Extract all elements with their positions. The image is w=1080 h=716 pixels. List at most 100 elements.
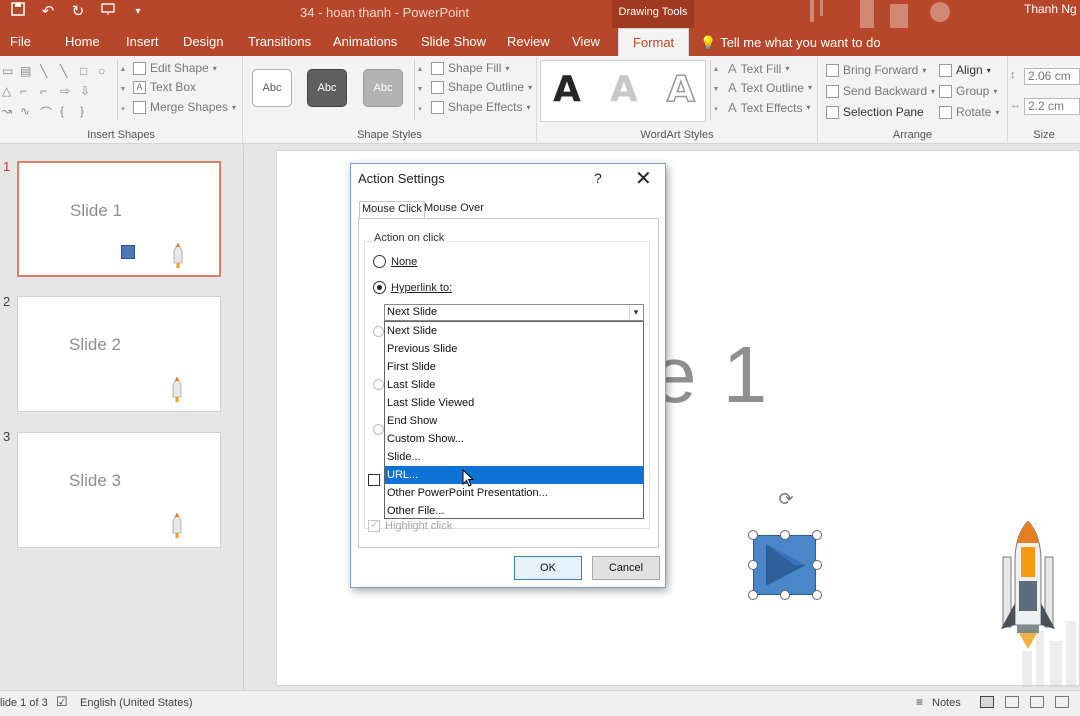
slide-thumbnail-2[interactable]: Slide 2 bbox=[17, 296, 221, 412]
align-button[interactable]: Align ▾ bbox=[939, 63, 991, 77]
shape-elbow2-icon[interactable]: ⌐ bbox=[40, 84, 47, 98]
language-text[interactable]: English (United States) bbox=[80, 697, 193, 709]
text-fill-button[interactable]: A Text Fill ▾ bbox=[728, 61, 789, 76]
shape-arc-icon[interactable]: ⌒ bbox=[40, 104, 52, 121]
hyperlink-dropdown-list[interactable]: Next Slide Previous Slide First Slide La… bbox=[384, 321, 644, 519]
merge-shapes-button[interactable]: Merge Shapes ▾ bbox=[133, 100, 236, 114]
dropdown-option[interactable]: Last Slide bbox=[385, 376, 643, 394]
text-outline-button[interactable]: A Text Outline ▾ bbox=[728, 80, 812, 95]
shape-height-input[interactable]: 2.06 cm bbox=[1024, 68, 1080, 85]
cancel-button[interactable]: Cancel bbox=[592, 556, 660, 580]
tab-design[interactable]: Design bbox=[183, 34, 223, 49]
shape-textbox-icon[interactable]: ▤ bbox=[20, 64, 31, 78]
wordart-style-gray[interactable]: A bbox=[610, 70, 638, 110]
close-icon[interactable]: ✕ bbox=[635, 166, 652, 191]
group-button[interactable]: Group ▾ bbox=[939, 84, 997, 98]
slide-thumbnail-1[interactable]: Slide 1 bbox=[17, 161, 221, 277]
chevron-down-icon[interactable]: ▾ bbox=[629, 306, 642, 319]
object-action-radio[interactable] bbox=[373, 424, 384, 435]
resize-handle[interactable] bbox=[812, 560, 822, 570]
tab-insert[interactable]: Insert bbox=[126, 34, 159, 49]
shape-triangle-icon[interactable]: △ bbox=[2, 84, 11, 98]
none-label[interactable]: None bbox=[391, 256, 417, 268]
dropdown-option[interactable]: Next Slide bbox=[385, 322, 643, 340]
tab-slide-show[interactable]: Slide Show bbox=[421, 34, 486, 49]
user-name[interactable]: Thanh Ng bbox=[1024, 2, 1077, 16]
shape-outline-button[interactable]: Shape Outline ▾ bbox=[431, 80, 532, 94]
text-box-button[interactable]: A Text Box bbox=[133, 80, 196, 94]
help-button[interactable]: ? bbox=[594, 170, 602, 186]
dropdown-option[interactable]: Custom Show... bbox=[385, 430, 643, 448]
dropdown-option[interactable]: Slide... bbox=[385, 448, 643, 466]
dropdown-option-url-selected[interactable]: URL... bbox=[385, 466, 643, 484]
slide-thumbnail-3[interactable]: Slide 3 bbox=[17, 432, 221, 548]
undo-icon[interactable]: ↶ bbox=[38, 2, 58, 22]
slideshow-view-icon[interactable] bbox=[1055, 696, 1069, 708]
dropdown-option[interactable]: First Slide bbox=[385, 358, 643, 376]
customize-qat-icon[interactable]: ▾ bbox=[128, 2, 148, 22]
tab-mouse-over[interactable]: Mouse Over bbox=[422, 201, 486, 218]
tab-home[interactable]: Home bbox=[65, 34, 100, 49]
tab-view[interactable]: View bbox=[572, 34, 600, 49]
shape-style-gray[interactable]: Abc bbox=[363, 69, 403, 107]
text-effects-button[interactable]: A Text Effects ▾ bbox=[728, 100, 811, 115]
slide-sorter-icon[interactable] bbox=[1005, 696, 1019, 708]
resize-handle[interactable] bbox=[780, 530, 790, 540]
hyperlink-radio[interactable] bbox=[373, 281, 386, 294]
wordart-scroll[interactable]: ▲ ▼ ▾ bbox=[710, 60, 721, 120]
ok-button[interactable]: OK bbox=[514, 556, 582, 580]
redo-icon[interactable]: ↻ bbox=[68, 2, 88, 22]
spellcheck-icon[interactable]: ☑ bbox=[56, 694, 68, 710]
dropdown-option[interactable]: Previous Slide bbox=[385, 340, 643, 358]
shape-arrow-right-icon[interactable]: ⇨ bbox=[60, 84, 70, 98]
edit-shape-button[interactable]: Edit Shape ▾ bbox=[133, 61, 217, 75]
wordart-style-outline[interactable]: A bbox=[666, 69, 695, 111]
dropdown-option[interactable]: Other PowerPoint Presentation... bbox=[385, 484, 643, 502]
resize-handle[interactable] bbox=[812, 530, 822, 540]
shape-width-input[interactable]: 2.2 cm bbox=[1024, 98, 1080, 115]
play-sound-checkbox[interactable] bbox=[368, 474, 380, 486]
shape-effects-button[interactable]: Shape Effects ▾ bbox=[431, 100, 531, 114]
shape-brace-right-icon[interactable]: } bbox=[80, 104, 84, 118]
run-macro-radio[interactable] bbox=[373, 379, 384, 390]
notes-icon[interactable]: ≡ bbox=[916, 695, 923, 709]
shape-rect-icon[interactable]: ▭ bbox=[2, 64, 13, 78]
shape-curve-icon[interactable]: ↝ bbox=[2, 104, 12, 118]
shapes-gallery[interactable]: ▭ ▤ ╲ ╲ □ ○ △ ⌐ ⌐ ⇨ ⇩ ↝ ∿ ⌒ { } bbox=[2, 62, 114, 122]
action-button-shape[interactable] bbox=[753, 535, 816, 595]
normal-view-icon[interactable] bbox=[980, 696, 994, 708]
tab-transitions[interactable]: Transitions bbox=[248, 34, 311, 49]
present-icon[interactable] bbox=[98, 2, 118, 22]
shape-oval-icon[interactable]: ○ bbox=[98, 64, 105, 78]
shape-rectangle-icon[interactable]: □ bbox=[80, 64, 87, 78]
selection-pane-button[interactable]: Selection Pane bbox=[826, 105, 924, 119]
slide-thumbnail-panel[interactable]: 1 Slide 1 2 Slide 2 3 Slide 3 bbox=[0, 145, 244, 690]
resize-handle[interactable] bbox=[780, 590, 790, 600]
save-icon[interactable] bbox=[8, 2, 28, 22]
wordart-style-black[interactable]: A bbox=[553, 70, 581, 110]
shape-brace-left-icon[interactable]: { bbox=[60, 104, 64, 118]
bring-forward-button[interactable]: Bring Forward ▾ bbox=[826, 63, 926, 77]
resize-handle[interactable] bbox=[812, 590, 822, 600]
shape-style-dark[interactable]: Abc bbox=[307, 69, 347, 107]
shape-styles-scroll[interactable]: ▲ ▼ ▾ bbox=[414, 60, 425, 120]
shape-style-white[interactable]: Abc bbox=[252, 69, 292, 107]
rocket-icon[interactable] bbox=[995, 521, 1061, 651]
shape-elbow-icon[interactable]: ⌐ bbox=[20, 84, 27, 98]
dropdown-option[interactable]: End Show bbox=[385, 412, 643, 430]
reading-view-icon[interactable] bbox=[1030, 696, 1044, 708]
slide-title-text[interactable]: e 1 bbox=[652, 329, 769, 421]
tab-animations[interactable]: Animations bbox=[333, 34, 397, 49]
none-radio[interactable] bbox=[373, 255, 386, 268]
rotate-button[interactable]: Rotate ▾ bbox=[939, 105, 999, 119]
dropdown-option[interactable]: Last Slide Viewed bbox=[385, 394, 643, 412]
shapes-gallery-scroll[interactable]: ▲ ▼ ▾ bbox=[117, 60, 128, 120]
tell-me-box[interactable]: 💡 Tell me what you want to do bbox=[700, 35, 881, 51]
highlight-click-checkbox[interactable] bbox=[368, 518, 380, 532]
notes-button[interactable]: Notes bbox=[932, 697, 961, 709]
tab-file[interactable]: File bbox=[10, 34, 31, 49]
resize-handle[interactable] bbox=[748, 530, 758, 540]
rotate-handle-icon[interactable]: ⟳ bbox=[775, 488, 797, 510]
dropdown-option[interactable]: Other File... bbox=[385, 502, 643, 520]
run-program-radio[interactable] bbox=[373, 326, 384, 337]
